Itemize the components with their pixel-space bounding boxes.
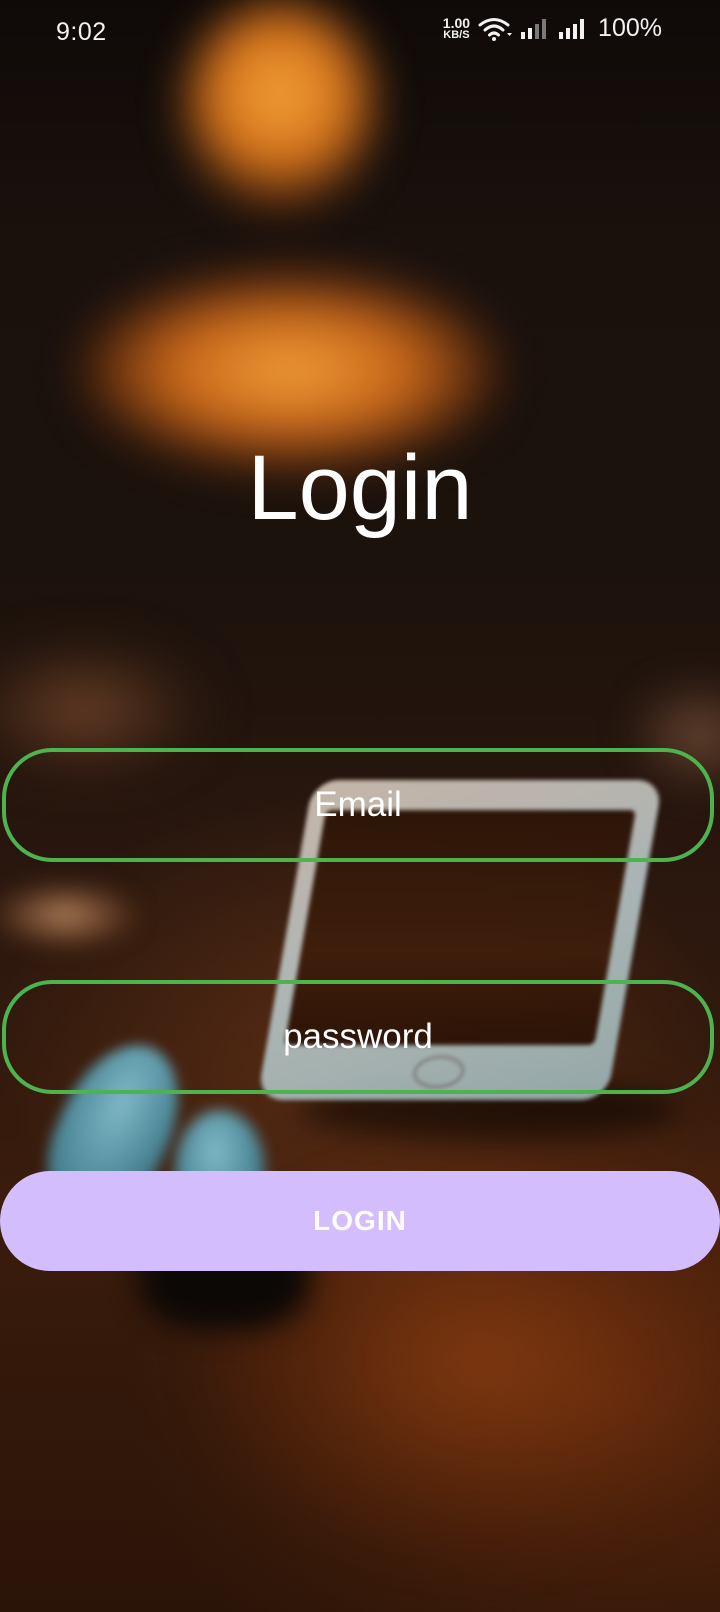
- background-bokeh: [0, 880, 140, 950]
- signal-icon: [558, 18, 588, 40]
- status-icons: 1.00 KB/S 100%: [443, 14, 662, 43]
- wifi-icon: [478, 16, 513, 42]
- network-speed: 1.00 KB/S: [442, 14, 471, 41]
- password-field[interactable]: [2, 980, 714, 1094]
- page-title: Login: [247, 437, 473, 539]
- email-field[interactable]: [2, 748, 714, 862]
- status-time: 9:02: [56, 18, 107, 46]
- login-button[interactable]: LOGIN: [0, 1171, 720, 1271]
- network-speed-value: 1.00: [442, 14, 471, 31]
- battery-percentage: 100%: [598, 14, 662, 42]
- signal-icon: [520, 18, 550, 40]
- status-bar: 9:02 1.00 KB/S 100%: [0, 0, 720, 66]
- network-speed-unit: KB/S: [443, 28, 470, 41]
